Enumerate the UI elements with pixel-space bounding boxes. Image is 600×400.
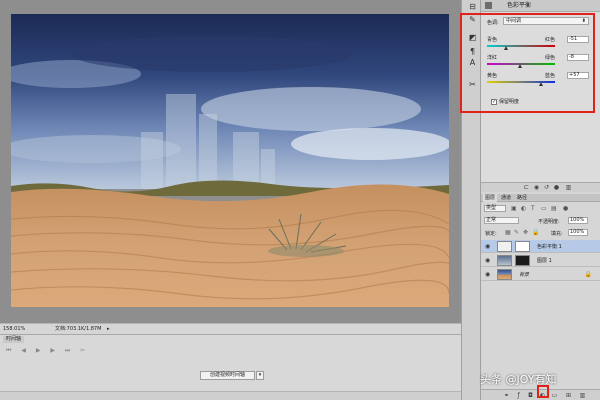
timeline-footer xyxy=(0,391,461,400)
trash-icon[interactable]: ▥ xyxy=(579,392,586,399)
filter-type-icon[interactable]: T xyxy=(531,205,535,212)
layer-row-background[interactable]: ◉ 背景 🔒 xyxy=(481,268,600,281)
create-video-timeline-button[interactable]: 创建视频时间轴 xyxy=(200,371,255,380)
filter-toggle-icon[interactable]: ● xyxy=(563,205,568,212)
history-icon[interactable]: ⊟ xyxy=(468,2,477,11)
blend-mode-select[interactable]: 正常 xyxy=(484,217,519,224)
add-mask-icon[interactable]: ◘ xyxy=(527,392,534,399)
layer-mask-thumbnail[interactable] xyxy=(515,241,530,252)
desert-city-image[interactable] xyxy=(11,14,449,307)
eye-icon[interactable]: ◉ xyxy=(485,257,490,264)
adjustment-thumbnail xyxy=(497,241,512,252)
opacity-label: 不透明度: xyxy=(538,219,560,225)
filter-kind-select[interactable]: 类型 xyxy=(484,205,506,212)
zoom-level[interactable]: 158.01% xyxy=(3,324,25,334)
layer-thumbnail xyxy=(497,269,512,280)
layer-thumbnail xyxy=(497,255,512,266)
properties-title: 色彩平衡 xyxy=(507,2,532,9)
eye-icon[interactable]: ◉ xyxy=(485,243,490,250)
timeline-options-dropdown[interactable]: ▾ xyxy=(256,371,264,380)
layer-mask-thumbnail[interactable] xyxy=(515,255,530,266)
layer-name[interactable]: 色彩平衡 1 xyxy=(537,243,562,250)
lock-transparent-icon[interactable]: ▦ xyxy=(505,229,511,236)
layer-name[interactable]: 图层 1 xyxy=(537,257,552,264)
visibility-icon[interactable]: ● xyxy=(553,184,560,191)
lock-label: 锁定: xyxy=(485,231,497,237)
adjustment-highlight-box xyxy=(460,13,595,113)
new-layer-icon[interactable]: ⊞ xyxy=(565,392,572,399)
layer-row-layer1[interactable]: ◉ 图层 1 xyxy=(481,254,600,267)
lock-icon[interactable]: 🔒 xyxy=(532,229,539,236)
properties-footer: ⊏ ◉ ↺ ● ▥ xyxy=(481,182,600,192)
view-previous-icon[interactable]: ◉ xyxy=(533,184,540,191)
lock-position-icon[interactable]: ✥ xyxy=(523,229,528,236)
layers-tabs: 图层 通道 路径 xyxy=(481,194,600,202)
tab-layers[interactable]: 图层 xyxy=(483,194,498,202)
tab-paths[interactable]: 路径 xyxy=(517,194,527,202)
lock-row: 锁定: ▦ ✎ ✥ 🔒 填充: 100% xyxy=(481,227,600,238)
layer-name[interactable]: 背景 xyxy=(519,271,529,278)
clip-to-layer-icon[interactable]: ⊏ xyxy=(523,184,530,191)
filter-shape-icon[interactable]: ▭ xyxy=(541,205,547,212)
layer-style-icon[interactable]: ƒ xyxy=(515,392,522,399)
status-menu-icon[interactable]: ▸ xyxy=(107,324,110,334)
filter-smart-object-icon[interactable]: ▤ xyxy=(551,205,557,212)
tab-channels[interactable]: 通道 xyxy=(501,194,511,202)
new-group-icon[interactable]: ▭ xyxy=(551,392,558,399)
timeline-tab[interactable]: 时间轴 xyxy=(3,336,25,343)
status-bar: 158.01% 文档:703.1K/1.87M ▸ xyxy=(0,323,461,334)
filter-pixel-icon[interactable]: ▣ xyxy=(511,205,517,212)
lock-icon: 🔒 xyxy=(584,271,592,278)
timeline-panel: 时间轴 ⏮ ◀ ▶ ▶ ⏭ ✂ 创建视频时间轴 ▾ xyxy=(0,334,461,400)
adjustment-layer-icon xyxy=(485,2,492,9)
fill-label: 填充: xyxy=(551,231,563,237)
link-layers-icon[interactable]: ⚭ xyxy=(503,392,510,399)
fill-field[interactable]: 100% xyxy=(568,229,588,236)
layer-filter-row: 类型 ▣ ◐ T ▭ ▤ ● xyxy=(481,203,600,214)
eye-icon[interactable]: ◉ xyxy=(485,271,490,278)
lock-image-icon[interactable]: ✎ xyxy=(514,229,519,236)
photoshop-window: 158.01% 文档:703.1K/1.87M ▸ 时间轴 ⏮ ◀ ▶ ▶ ⏭ … xyxy=(0,0,600,400)
chevron-down-icon: ▾ xyxy=(258,372,262,378)
properties-header: 色彩平衡 xyxy=(481,0,600,12)
reset-icon[interactable]: ↺ xyxy=(543,184,550,191)
playback-controls[interactable]: ⏮ ◀ ▶ ▶ ⏭ ✂ xyxy=(6,347,89,355)
opacity-field[interactable]: 100% xyxy=(568,217,588,224)
layer-row-color-balance[interactable]: ◉ 色彩平衡 1 xyxy=(481,240,600,253)
document-canvas-area xyxy=(0,0,461,323)
filter-adjustment-icon[interactable]: ◐ xyxy=(521,205,526,212)
trash-icon[interactable]: ▥ xyxy=(565,184,572,191)
watermark: 头条 @JOY有知 xyxy=(480,373,557,386)
document-size: 文档:703.1K/1.87M xyxy=(55,326,102,332)
blend-row: 正常 不透明度: 100% xyxy=(481,215,600,226)
